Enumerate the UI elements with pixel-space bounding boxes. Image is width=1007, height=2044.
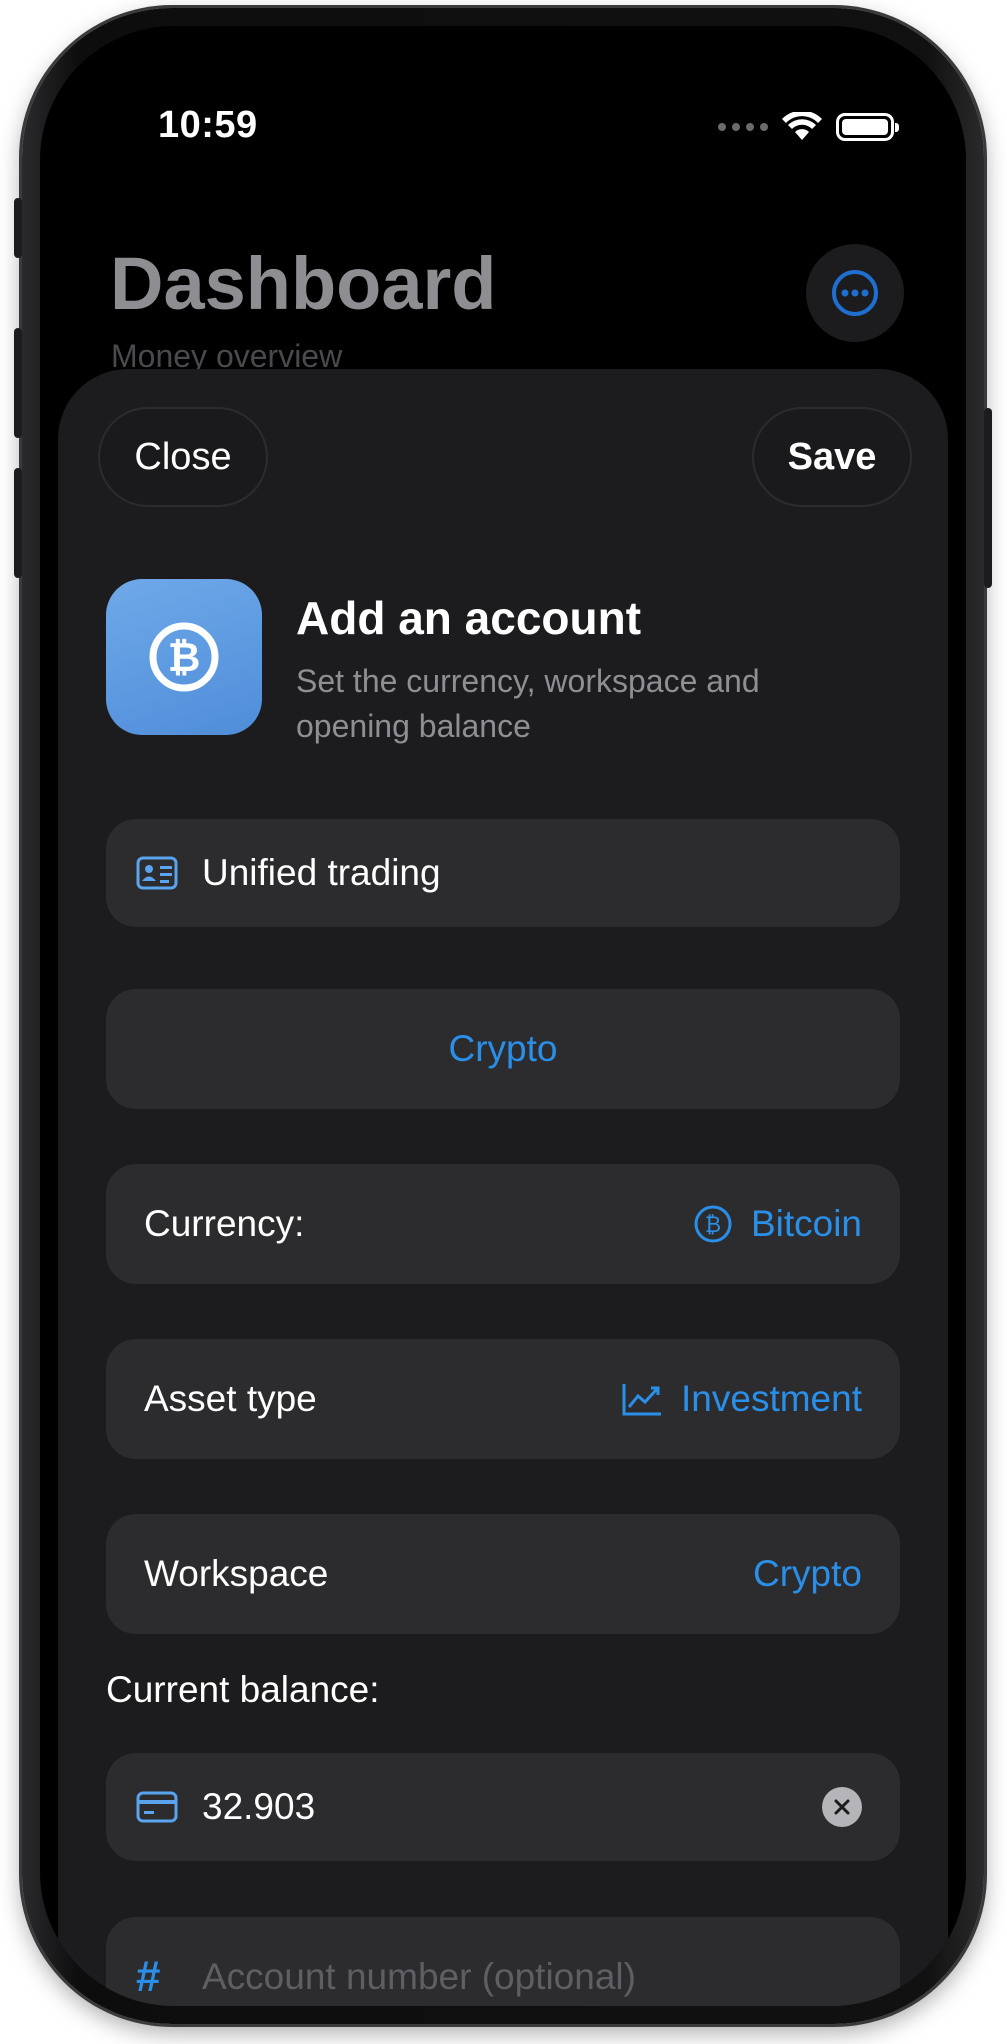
xmark-icon (834, 1799, 850, 1815)
chart-line-icon (622, 1384, 662, 1416)
cellular-signal-icon (718, 123, 768, 131)
wifi-icon (782, 112, 822, 140)
mute-switch (14, 198, 22, 258)
balance-label: Current balance: (106, 1669, 380, 1710)
sheet-subtitle: Set the currency, workspace and opening … (296, 663, 760, 744)
svg-text:₿: ₿ (705, 1213, 721, 1238)
workspace-row[interactable]: Workspace Crypto (106, 1514, 900, 1634)
app-icon: ₿ (106, 579, 262, 735)
close-button[interactable]: Close (98, 407, 268, 507)
save-button[interactable]: Save (752, 407, 912, 507)
sheet-title: Add an account (296, 592, 642, 644)
add-account-sheet: Close Save ₿ Add an account Set the curr… (58, 369, 948, 2006)
clear-button[interactable] (822, 1787, 862, 1827)
account-number-field[interactable]: # Account number (optional) (106, 1917, 900, 2006)
hash-icon: # (136, 1952, 161, 2001)
currency-value-group: ₿ Bitcoin (693, 1203, 862, 1245)
credit-card-icon (136, 1791, 178, 1823)
page-title: Dashboard (110, 242, 497, 325)
screen: 10:59 Dashboard Money overview Close Sav… (40, 26, 966, 2006)
volume-up-button (14, 328, 22, 438)
more-button[interactable] (806, 244, 904, 342)
asset-type-value: Investment (681, 1378, 862, 1419)
account-name-value: Unified trading (202, 852, 441, 893)
asset-type-row[interactable]: Asset type Investment (106, 1339, 900, 1459)
person-card-icon (136, 856, 178, 890)
battery-icon (836, 113, 899, 141)
phone-frame: 10:59 Dashboard Money overview Close Sav… (14, 8, 992, 2024)
balance-value: 32.903 (202, 1786, 316, 1827)
power-button (984, 408, 992, 588)
status-time: 10:59 (158, 104, 258, 146)
account-type-selector[interactable]: Crypto (106, 989, 900, 1109)
ellipsis-circle-icon (832, 270, 878, 316)
volume-down-button (14, 468, 22, 578)
asset-type-value-group: Investment (621, 1378, 862, 1420)
account-number-placeholder: Account number (optional) (202, 1956, 636, 1997)
workspace-label: Workspace (144, 1553, 329, 1594)
workspace-value: Crypto (753, 1553, 862, 1594)
account-name-field[interactable]: Unified trading (106, 819, 900, 927)
asset-type-label: Asset type (144, 1378, 317, 1419)
account-type-value: Crypto (448, 1028, 558, 1069)
status-icons (718, 112, 899, 142)
bitcoin-icon: ₿ (694, 1205, 732, 1243)
bitcoin-icon: ₿ (149, 622, 219, 692)
currency-value: Bitcoin (750, 1203, 862, 1244)
balance-field[interactable]: 32.903 (106, 1753, 900, 1861)
currency-row[interactable]: Currency: ₿ Bitcoin (106, 1164, 900, 1284)
currency-label: Currency: (144, 1203, 305, 1244)
svg-text:₿: ₿ (168, 635, 201, 681)
